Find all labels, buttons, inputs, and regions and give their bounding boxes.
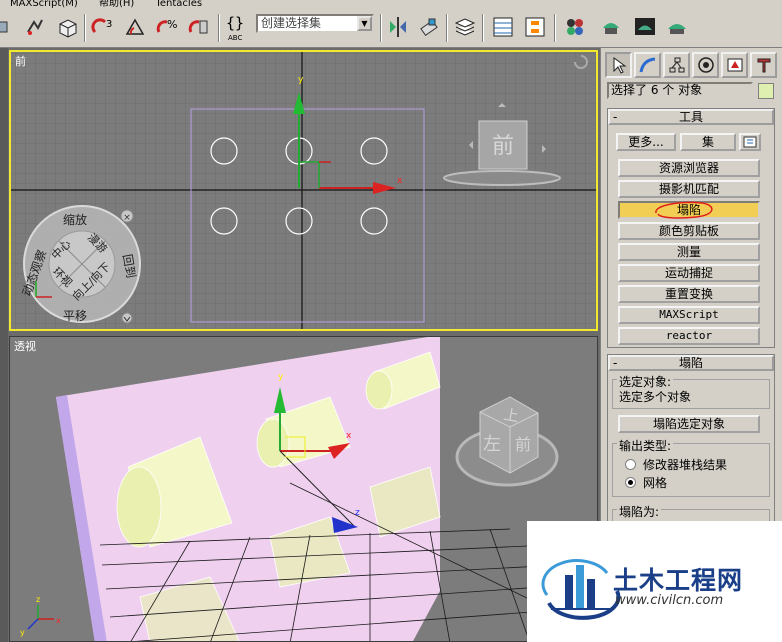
output-type-label: 输出类型: <box>617 437 674 454</box>
svg-text:{}: {} <box>226 14 244 32</box>
perspective-viewport[interactable]: y x z 上 左 前 z x y 透视 <box>9 336 598 642</box>
utility-measure-button[interactable]: 测量 <box>618 243 760 261</box>
quick-render-icon[interactable] <box>664 14 690 40</box>
radio-mesh[interactable] <box>625 477 636 488</box>
gizmo-y-label: y <box>278 372 284 382</box>
link-icon[interactable] <box>0 14 14 40</box>
mirror-icon[interactable] <box>385 14 411 40</box>
configure-sets-icon[interactable] <box>739 133 761 151</box>
motion-tab-icon[interactable] <box>692 52 719 78</box>
watermark-url: www.civilcn.com <box>615 593 724 608</box>
schematic-view-icon[interactable] <box>522 14 548 40</box>
snap-3d-icon[interactable]: 3 <box>90 14 116 40</box>
gizmo-y-label: y <box>298 75 304 85</box>
front-viewport[interactable]: y x 前 缩放 平移 动态观察 回到 中心 漫游 环视 向上/向下 × 前 <box>9 50 598 331</box>
collapse-rollout-title: 塌陷 <box>678 356 703 370</box>
viewcube-face-label: 前 <box>492 134 514 159</box>
utility-motion-capture-button[interactable]: 运动捕捉 <box>618 264 760 282</box>
bind-space-warp-icon[interactable] <box>54 14 80 40</box>
option-mesh-label: 网格 <box>643 476 668 490</box>
option-modifier-stack-label: 修改器堆栈结果 <box>643 458 728 472</box>
create-tab-icon[interactable] <box>605 52 632 78</box>
collapse-icon: - <box>613 356 618 370</box>
wheel-pan-label: 平移 <box>63 309 87 323</box>
svg-text:ABC: ABC <box>228 34 242 42</box>
collapse-to-label: 塌陷为: <box>617 503 662 520</box>
wheel-zoom-label: 缩放 <box>63 212 87 227</box>
main-toolbar: 3 % {} ABC 创建选择集 ▼ <box>0 8 782 48</box>
perspective-viewport-canvas: y x z 上 左 前 z x y <box>10 337 597 641</box>
collapse-icon: - <box>613 110 618 124</box>
command-panel-tabs <box>605 52 781 78</box>
collapse-rollout-header[interactable]: - 塌陷 <box>608 355 774 371</box>
watermark-emblem <box>541 559 621 620</box>
gizmo-z-label: z <box>355 508 360 518</box>
chevron-down-icon[interactable]: ▼ <box>357 16 372 31</box>
gizmo-x-label: x <box>397 176 403 186</box>
unlink-icon[interactable] <box>22 14 48 40</box>
utility-reset-xform-button[interactable]: 重置变换 <box>618 285 760 303</box>
more-button[interactable]: 更多... <box>616 133 676 151</box>
spinner-snap-icon[interactable] <box>186 14 212 40</box>
viewcube-top-label: 上 <box>502 405 520 425</box>
front-viewport-label[interactable]: 前 <box>15 53 26 69</box>
watermark-title: 土木工程网 <box>613 566 744 595</box>
utility-reactor-button[interactable]: reactor <box>618 327 760 345</box>
utilities-rollout: - 工具 更多... 集 资源浏览器 摄影机匹配 塌陷 颜色剪贴板 测量 运动捕… <box>607 108 775 348</box>
utilities-rollout-header[interactable]: - 工具 <box>608 109 774 125</box>
object-color-swatch[interactable] <box>758 83 774 99</box>
svg-text:%: % <box>167 18 177 31</box>
named-selection-set-dropdown[interactable]: 创建选择集 ▼ <box>256 14 374 33</box>
utilities-tab-icon[interactable] <box>750 52 777 78</box>
corner-x-label: x <box>56 616 61 625</box>
annotation-circle <box>655 201 713 219</box>
utility-maxscript-button[interactable]: MAXScript <box>618 306 760 324</box>
viewport-area: y x 前 缩放 平移 动态观察 回到 中心 漫游 环视 向上/向下 × 前 y… <box>0 48 600 642</box>
watermark-logo: 土木工程网 www.civilcn.com <box>527 521 782 642</box>
layer-manager-icon[interactable] <box>452 14 478 40</box>
utility-camera-match-button[interactable]: 摄影机匹配 <box>618 180 760 198</box>
utility-color-clipboard-button[interactable]: 颜色剪贴板 <box>618 222 760 240</box>
align-icon[interactable] <box>416 14 442 40</box>
utilities-rollout-title: 工具 <box>678 110 703 124</box>
angle-snap-icon[interactable] <box>122 14 148 40</box>
selected-objects-value: 选定多个对象 <box>619 390 692 404</box>
selection-info-text: 选择了 6 个 对象 <box>611 83 703 97</box>
corner-z-label: z <box>36 595 40 604</box>
perspective-viewport-label[interactable]: 透视 <box>14 338 36 354</box>
material-editor-icon[interactable] <box>562 14 588 40</box>
menu-bar: MAXScript(M) 帮助(H) Tentacles <box>0 0 782 9</box>
render-setup-icon[interactable] <box>598 14 624 40</box>
hierarchy-tab-icon[interactable] <box>663 52 690 78</box>
close-icon: × <box>123 213 131 223</box>
corner-y-label: y <box>20 628 25 637</box>
edit-named-selection-icon[interactable]: {} ABC <box>224 14 250 42</box>
percent-snap-icon[interactable]: % <box>154 14 180 40</box>
output-type-group: 输出类型: 修改器堆栈结果 网格 <box>612 437 770 497</box>
max-window: MAXScript(M) 帮助(H) Tentacles 3 % {} ABC <box>0 0 782 642</box>
named-selection-set-value: 创建选择集 <box>261 16 322 30</box>
curve-editor-icon[interactable] <box>490 14 516 40</box>
gizmo-x-label: x <box>346 431 352 441</box>
collapse-selected-button[interactable]: 塌陷选定对象 <box>618 415 760 433</box>
display-tab-icon[interactable] <box>721 52 748 78</box>
utility-asset-browser-button[interactable]: 资源浏览器 <box>618 159 760 177</box>
svg-text:3: 3 <box>106 19 112 30</box>
rendered-frame-window-icon[interactable] <box>632 14 658 40</box>
radio-modifier-stack-result[interactable] <box>625 459 636 470</box>
front-viewport-canvas: y x 前 缩放 平移 动态观察 回到 中心 漫游 环视 向上/向下 × <box>11 52 596 329</box>
modify-tab-icon[interactable] <box>634 52 661 78</box>
selected-objects-group: 选定对象: 选定多个对象 <box>612 373 770 409</box>
viewcube-left-label: 左 <box>483 434 501 455</box>
selection-info-field[interactable]: 选择了 6 个 对象 <box>607 82 753 99</box>
viewcube-front-label: 前 <box>515 435 531 454</box>
sets-button[interactable]: 集 <box>680 133 736 151</box>
